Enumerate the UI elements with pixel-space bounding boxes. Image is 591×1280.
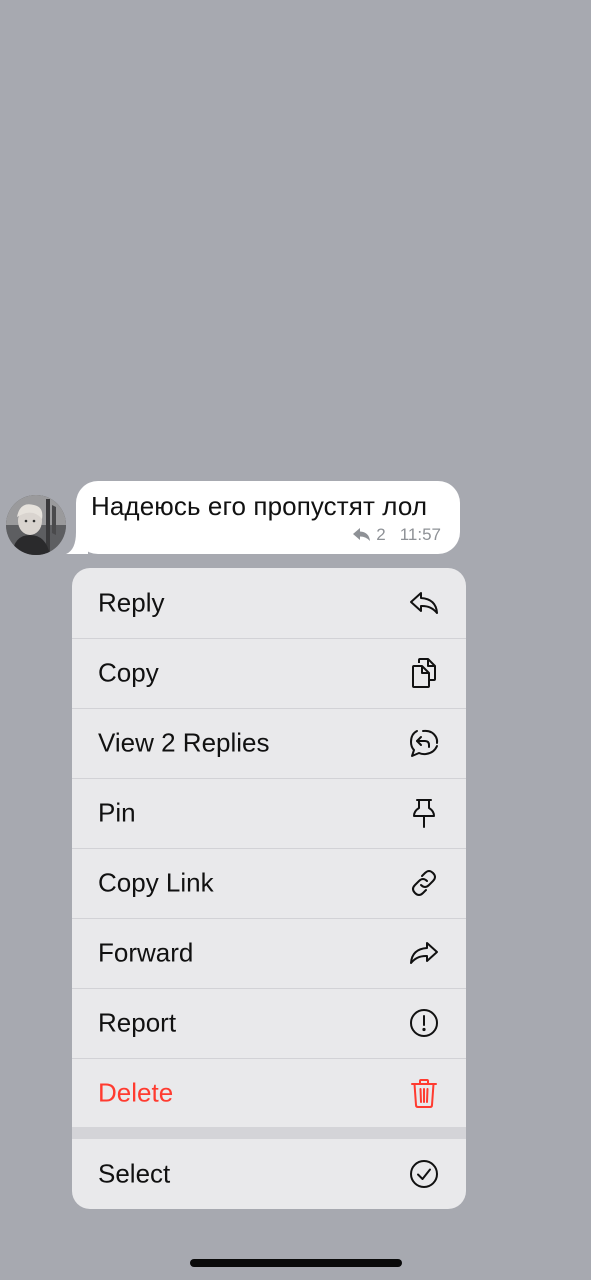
link-icon: [408, 867, 440, 899]
replies-thread-icon: [408, 727, 440, 759]
user-avatar-photo: [6, 495, 66, 555]
menu-item-label: Copy: [98, 657, 159, 688]
reply-icon: [408, 587, 440, 619]
context-menu: Reply Copy View 2 Replies Pin Copy Link …: [72, 568, 466, 1209]
home-indicator[interactable]: [190, 1259, 402, 1267]
reply-arrow-icon: [353, 528, 371, 542]
copy-icon: [408, 657, 440, 689]
menu-item-delete[interactable]: Delete: [72, 1058, 466, 1128]
menu-item-report[interactable]: Report: [72, 988, 466, 1058]
avatar[interactable]: [6, 495, 66, 555]
menu-item-reply[interactable]: Reply: [72, 568, 466, 638]
menu-item-copy-link[interactable]: Copy Link: [72, 848, 466, 918]
trash-icon: [408, 1077, 440, 1109]
menu-item-copy[interactable]: Copy: [72, 638, 466, 708]
message-text: Надеюсь его пропустят лол: [91, 491, 428, 521]
menu-item-select[interactable]: Select: [72, 1139, 466, 1209]
menu-item-label: Reply: [98, 587, 165, 618]
menu-item-label: Report: [98, 1007, 177, 1038]
menu-item-pin[interactable]: Pin: [72, 778, 466, 848]
menu-item-label: Pin: [98, 797, 136, 828]
menu-item-label: Select: [98, 1158, 171, 1189]
menu-item-forward[interactable]: Forward: [72, 918, 466, 988]
checkmark-circle-icon: [408, 1158, 440, 1190]
message-meta: 2 11:57: [353, 525, 441, 545]
exclamation-circle-icon: [408, 1007, 440, 1039]
menu-item-label: Copy Link: [98, 867, 214, 898]
menu-section-separator: [72, 1127, 466, 1139]
menu-item-label: Delete: [98, 1077, 174, 1108]
reply-count: 2: [376, 525, 386, 544]
menu-item-view-replies[interactable]: View 2 Replies: [72, 708, 466, 778]
message-bubble[interactable]: Надеюсь его пропустят лол 2 11:57: [76, 481, 460, 554]
forward-icon: [408, 937, 440, 969]
pin-icon: [408, 797, 440, 829]
menu-item-label: Forward: [98, 937, 194, 968]
message-time: 11:57: [399, 525, 441, 544]
menu-item-label: View 2 Replies: [98, 727, 270, 758]
